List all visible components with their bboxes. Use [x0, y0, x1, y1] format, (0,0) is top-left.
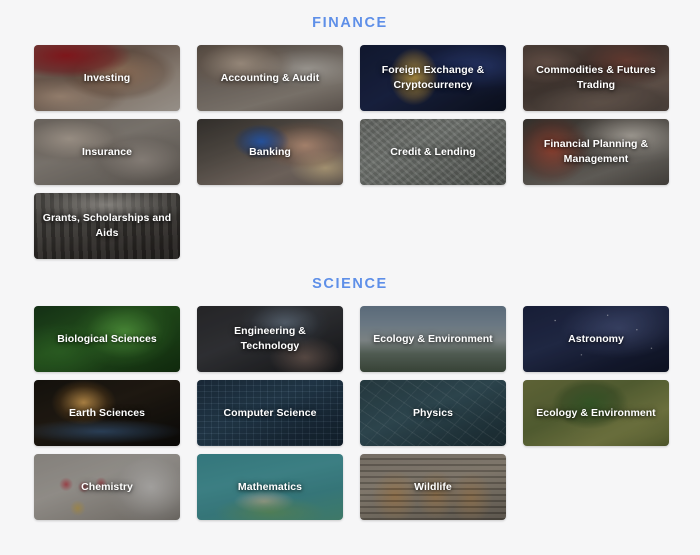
category-card-label: Financial Planning & Management	[543, 138, 649, 165]
category-card-label: Insurance	[81, 145, 133, 158]
category-card-label: Engineering & Technology	[234, 325, 306, 352]
category-card-label: Computer Science	[223, 406, 317, 419]
category-card[interactable]: Foreign Exchange & Cryptocurrency	[360, 45, 506, 111]
category-card-label: Foreign Exchange & Cryptocurrency	[381, 64, 485, 91]
section-finance: FINANCE Investing Accounting & Audit Forei…	[0, 0, 700, 259]
category-grid-finance: Investing Accounting & Audit Foreign Excha…	[0, 45, 700, 259]
category-card-label: Earth Sciences	[69, 406, 145, 419]
category-card[interactable]: Credit & Lending	[360, 119, 506, 185]
section-heading-finance: FINANCE	[312, 15, 388, 31]
category-card[interactable]: Computer Science	[197, 380, 343, 446]
category-card-label: Investing	[83, 71, 131, 84]
category-card[interactable]: Wildlife	[360, 454, 506, 520]
category-card-label: Banking	[249, 145, 291, 158]
category-card-label: Physics	[412, 406, 454, 419]
category-card[interactable]: Commodities & Futures Trading	[523, 45, 669, 111]
category-card-label: Credit & Lending	[390, 145, 476, 158]
category-card[interactable]: Ecology & Environment	[523, 380, 669, 446]
category-card-label: Ecology & Environment	[536, 406, 656, 419]
category-card[interactable]: Accounting & Audit	[197, 45, 343, 111]
category-card-label: Chemistry	[81, 480, 133, 493]
category-card[interactable]: Biological Sciences	[34, 306, 180, 372]
category-card-label: Ecology & Environment	[373, 332, 493, 345]
category-card-label: Wildlife	[414, 480, 452, 493]
category-card-label: Commodities & Futures Trading	[536, 64, 656, 91]
category-card[interactable]: Financial Planning & Management	[523, 119, 669, 185]
category-card[interactable]: Investing	[34, 45, 180, 111]
category-card[interactable]: Ecology & Environment	[360, 306, 506, 372]
category-grid-science: Biological Sciences Engineering & Technol…	[0, 306, 700, 520]
category-card-label: Accounting & Audit	[220, 71, 320, 84]
category-browser-page: FINANCE Investing Accounting & Audit Forei…	[0, 0, 700, 555]
category-card[interactable]: Engineering & Technology	[197, 306, 343, 372]
section-science: SCIENCE Biological Sciences Engineering &…	[0, 259, 700, 520]
section-heading-science: SCIENCE	[312, 276, 388, 292]
category-card-label: Astronomy	[568, 332, 624, 345]
category-card-label: Grants, Scholarships and Aids	[42, 212, 172, 239]
category-card[interactable]: Banking	[197, 119, 343, 185]
category-card[interactable]: Earth Sciences	[34, 380, 180, 446]
category-card[interactable]: Physics	[360, 380, 506, 446]
category-card-label: Biological Sciences	[57, 332, 157, 345]
category-card[interactable]: Astronomy	[523, 306, 669, 372]
category-card[interactable]: Grants, Scholarships and Aids	[34, 193, 180, 259]
category-card[interactable]: Chemistry	[34, 454, 180, 520]
category-card[interactable]: Insurance	[34, 119, 180, 185]
category-card[interactable]: Mathematics	[197, 454, 343, 520]
category-card-label: Mathematics	[237, 480, 303, 493]
